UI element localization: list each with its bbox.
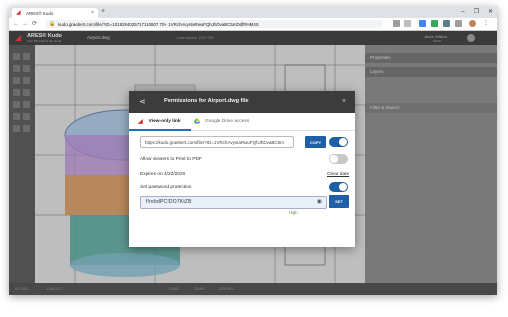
reload-button[interactable]: ⟳ [32,20,37,28]
user-label: Anne [432,39,441,43]
lock-icon: 🔒 [49,21,56,27]
key-icon[interactable] [393,20,400,27]
eye-icon[interactable]: ◉ [317,198,322,206]
tab-google-drive-access[interactable]: Google Drive access [193,113,273,129]
maximize-button[interactable]: ❐ [474,8,479,16]
last-saved: Last saved: 2:07 PM [177,35,214,40]
google-drive-icon [194,118,200,124]
share-link-value: https://kudo.graebert.com/file/?ID=1VRch… [145,139,284,145]
tab-label: View-only link [148,118,181,124]
browser-tab[interactable]: ◢ ARES® Kudo × [12,8,98,18]
password-strength: High [289,210,298,215]
new-tab-button[interactable]: + [101,8,105,16]
extension-drive-icon[interactable] [419,20,426,27]
file-name: Airport.dwg [87,35,110,40]
dialog-title: Permissions for Airport.dwg file [164,98,249,104]
ares-logo-icon: ◢ [15,33,22,42]
tab-close-icon[interactable]: × [91,10,94,16]
link-enabled-toggle[interactable] [329,137,348,147]
copy-button[interactable]: COPY [305,136,326,148]
extension-sheets-icon[interactable] [431,20,438,27]
toggle-knob [330,155,338,163]
tab-label: Google Drive access [205,118,250,124]
share-link-field[interactable]: https://kudo.graebert.com/file/?ID=1VRch… [140,136,294,148]
set-button[interactable]: SET [329,195,349,208]
password-field[interactable]: f!rebdPC!DO7KtZB ◉ [140,196,327,209]
extension-icon[interactable] [443,20,450,27]
ares-logo-icon: ◢ [138,118,143,125]
toggle-knob [339,183,347,191]
print-pdf-toggle[interactable] [329,154,348,164]
address-bar-row: ← → ⟳ 🔒 kudo.graebert.com/file/?ID=10182… [9,18,497,31]
tab-strip: ◢ ARES® Kudo × + – ❐ ✕ [9,6,497,18]
url-text: kudo.graebert.com/file/?ID=1018284025717… [58,21,259,27]
window-controls: – ❐ ✕ [461,8,493,16]
print-pdf-label: Allow viewers to Print to PDF [140,157,202,162]
profile-avatar[interactable] [469,20,476,27]
tab-view-only-link[interactable]: ◢ View-only link [129,113,191,131]
password-protection-label: Set password protection [140,185,192,190]
app-logo-sub: Your 3D CAD in the cloud [27,39,62,43]
extension-puzzle-icon[interactable] [455,20,462,27]
back-button[interactable]: ← [13,20,19,28]
close-icon[interactable]: × [342,97,346,106]
app-header: ◢ ARES® Kudo Your 3D CAD in the cloud Ai… [9,31,497,45]
ares-logo-icon: ◢ [16,10,21,16]
permissions-dialog: ⋖ Permissions for Airport.dwg file × ◢ V… [129,91,355,247]
minimize-button[interactable]: – [461,8,464,16]
expires-label: Expires on 4/22/2020 [140,172,186,177]
close-window-button[interactable]: ✕ [488,8,493,16]
dialog-tabs: ◢ View-only link Google Drive access [129,113,355,131]
share-icon: ⋖ [139,97,146,106]
clear-date-link[interactable]: Clear date [327,172,349,177]
dialog-header: ⋖ Permissions for Airport.dwg file × [129,91,355,113]
omnibox[interactable]: 🔒 kudo.graebert.com/file/?ID=10182840257… [45,20,383,28]
avatar[interactable] [467,34,475,42]
forward-button[interactable]: → [22,20,28,28]
password-value: f!rebdPC!DO7KtZB [146,199,192,205]
tab-title: ARES® Kudo [26,10,54,16]
menu-kebab-icon[interactable]: ⋮ [483,20,490,27]
password-toggle[interactable] [329,182,348,192]
star-icon[interactable] [404,20,411,27]
toggle-knob [339,138,347,146]
